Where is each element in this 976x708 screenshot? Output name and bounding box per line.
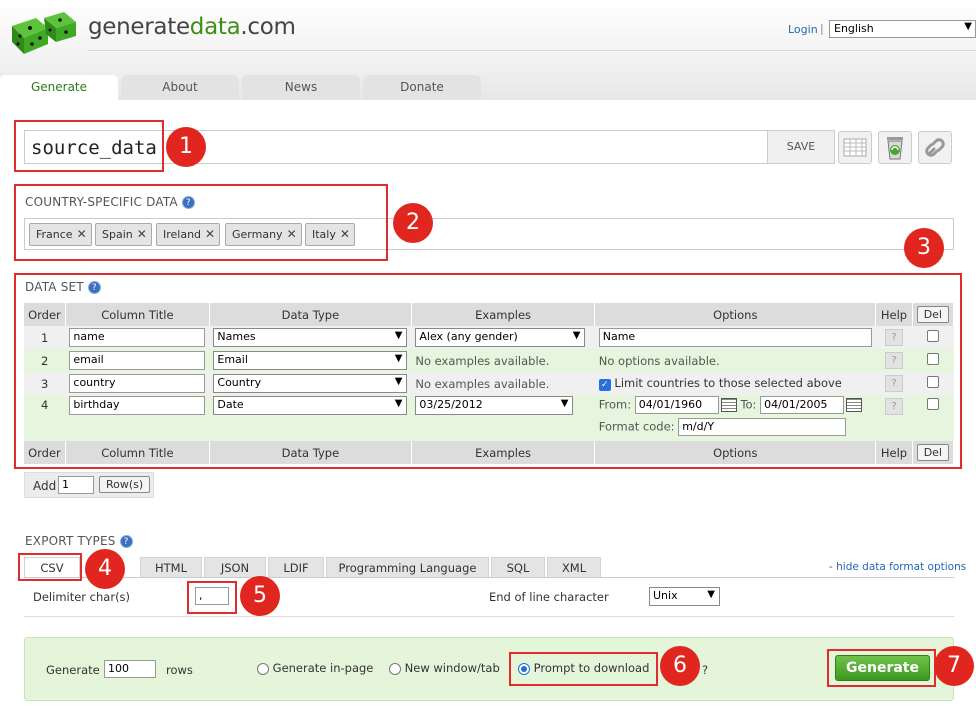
logo-text-part: data [189, 14, 241, 40]
radio-button[interactable] [389, 662, 401, 675]
step-badge: 5 [240, 576, 280, 616]
delimiter-label: Delimiter char(s) [33, 590, 131, 604]
tab-news[interactable]: News [242, 75, 360, 100]
logo-text[interactable]: generatedata.com [88, 14, 296, 40]
grid-icon[interactable] [838, 131, 872, 164]
highlight-box [14, 120, 164, 172]
tab-html[interactable]: HTML [140, 557, 202, 577]
tab-donate[interactable]: Donate [363, 75, 481, 100]
rows-label: rows [166, 663, 193, 677]
radio-button[interactable] [257, 662, 269, 675]
hide-format-options-link[interactable]: - hide data format options [829, 561, 966, 573]
tab-about[interactable]: About [121, 75, 239, 100]
eol-select[interactable]: Unix ▼ [649, 587, 720, 606]
add-rows-panel: Add 1 Row(s) [24, 472, 154, 498]
tab-json[interactable]: JSON [204, 557, 266, 577]
highlight-box [14, 184, 388, 261]
help-text: ? [702, 663, 709, 677]
row-count-input[interactable]: 100 [104, 660, 156, 678]
step-badge: 6 [660, 646, 700, 686]
divider [88, 50, 976, 51]
highlight-box [187, 581, 237, 614]
highlight-box [14, 273, 962, 469]
login-link[interactable]: Login [788, 23, 818, 36]
add-count-input[interactable]: 1 [58, 476, 94, 494]
language-select[interactable]: English ▼ [829, 20, 976, 38]
step-badge: 1 [166, 127, 206, 167]
option-in-page[interactable]: Generate in-page [257, 661, 373, 675]
select-value: Unix [653, 589, 678, 602]
option-new-window[interactable]: New window/tab [389, 661, 500, 675]
option-label: Generate in-page [272, 661, 374, 675]
language-value: English [834, 22, 874, 35]
export-types-label: EXPORT TYPES? [25, 534, 133, 548]
tab-programming-language[interactable]: Programming Language [326, 557, 489, 577]
generate-label: Generate [46, 663, 100, 677]
tab-xml[interactable]: XML [547, 557, 601, 577]
logo-text-part: .com [240, 14, 296, 40]
divider [24, 577, 954, 578]
tab-ldif[interactable]: LDIF [268, 557, 324, 577]
label-text: EXPORT TYPES [25, 534, 116, 548]
eol-label: End of line character [489, 590, 609, 604]
link-icon[interactable] [918, 131, 952, 164]
step-badge: 7 [934, 646, 974, 686]
help-icon[interactable]: ? [119, 535, 133, 548]
highlight-box [509, 652, 658, 686]
option-label: New window/tab [404, 661, 500, 675]
separator: | [820, 22, 824, 35]
save-button[interactable]: SAVE [767, 130, 835, 164]
chevron-down-icon: ▼ [707, 589, 715, 600]
add-label: Add [33, 479, 57, 493]
tab-sql[interactable]: SQL [491, 557, 545, 577]
tab-generate[interactable]: Generate [0, 75, 118, 100]
highlight-box [827, 649, 936, 687]
step-badge: 2 [393, 203, 433, 243]
chevron-down-icon: ▼ [964, 21, 972, 32]
step-badge: 4 [85, 549, 125, 589]
divider [24, 616, 954, 617]
logo-text-part: generate [88, 14, 190, 40]
highlight-box [18, 553, 82, 581]
dice-logo-icon[interactable] [8, 10, 78, 56]
trash-icon[interactable] [878, 131, 912, 164]
add-rows-button[interactable]: Row(s) [99, 476, 151, 493]
step-badge: 3 [904, 228, 944, 268]
